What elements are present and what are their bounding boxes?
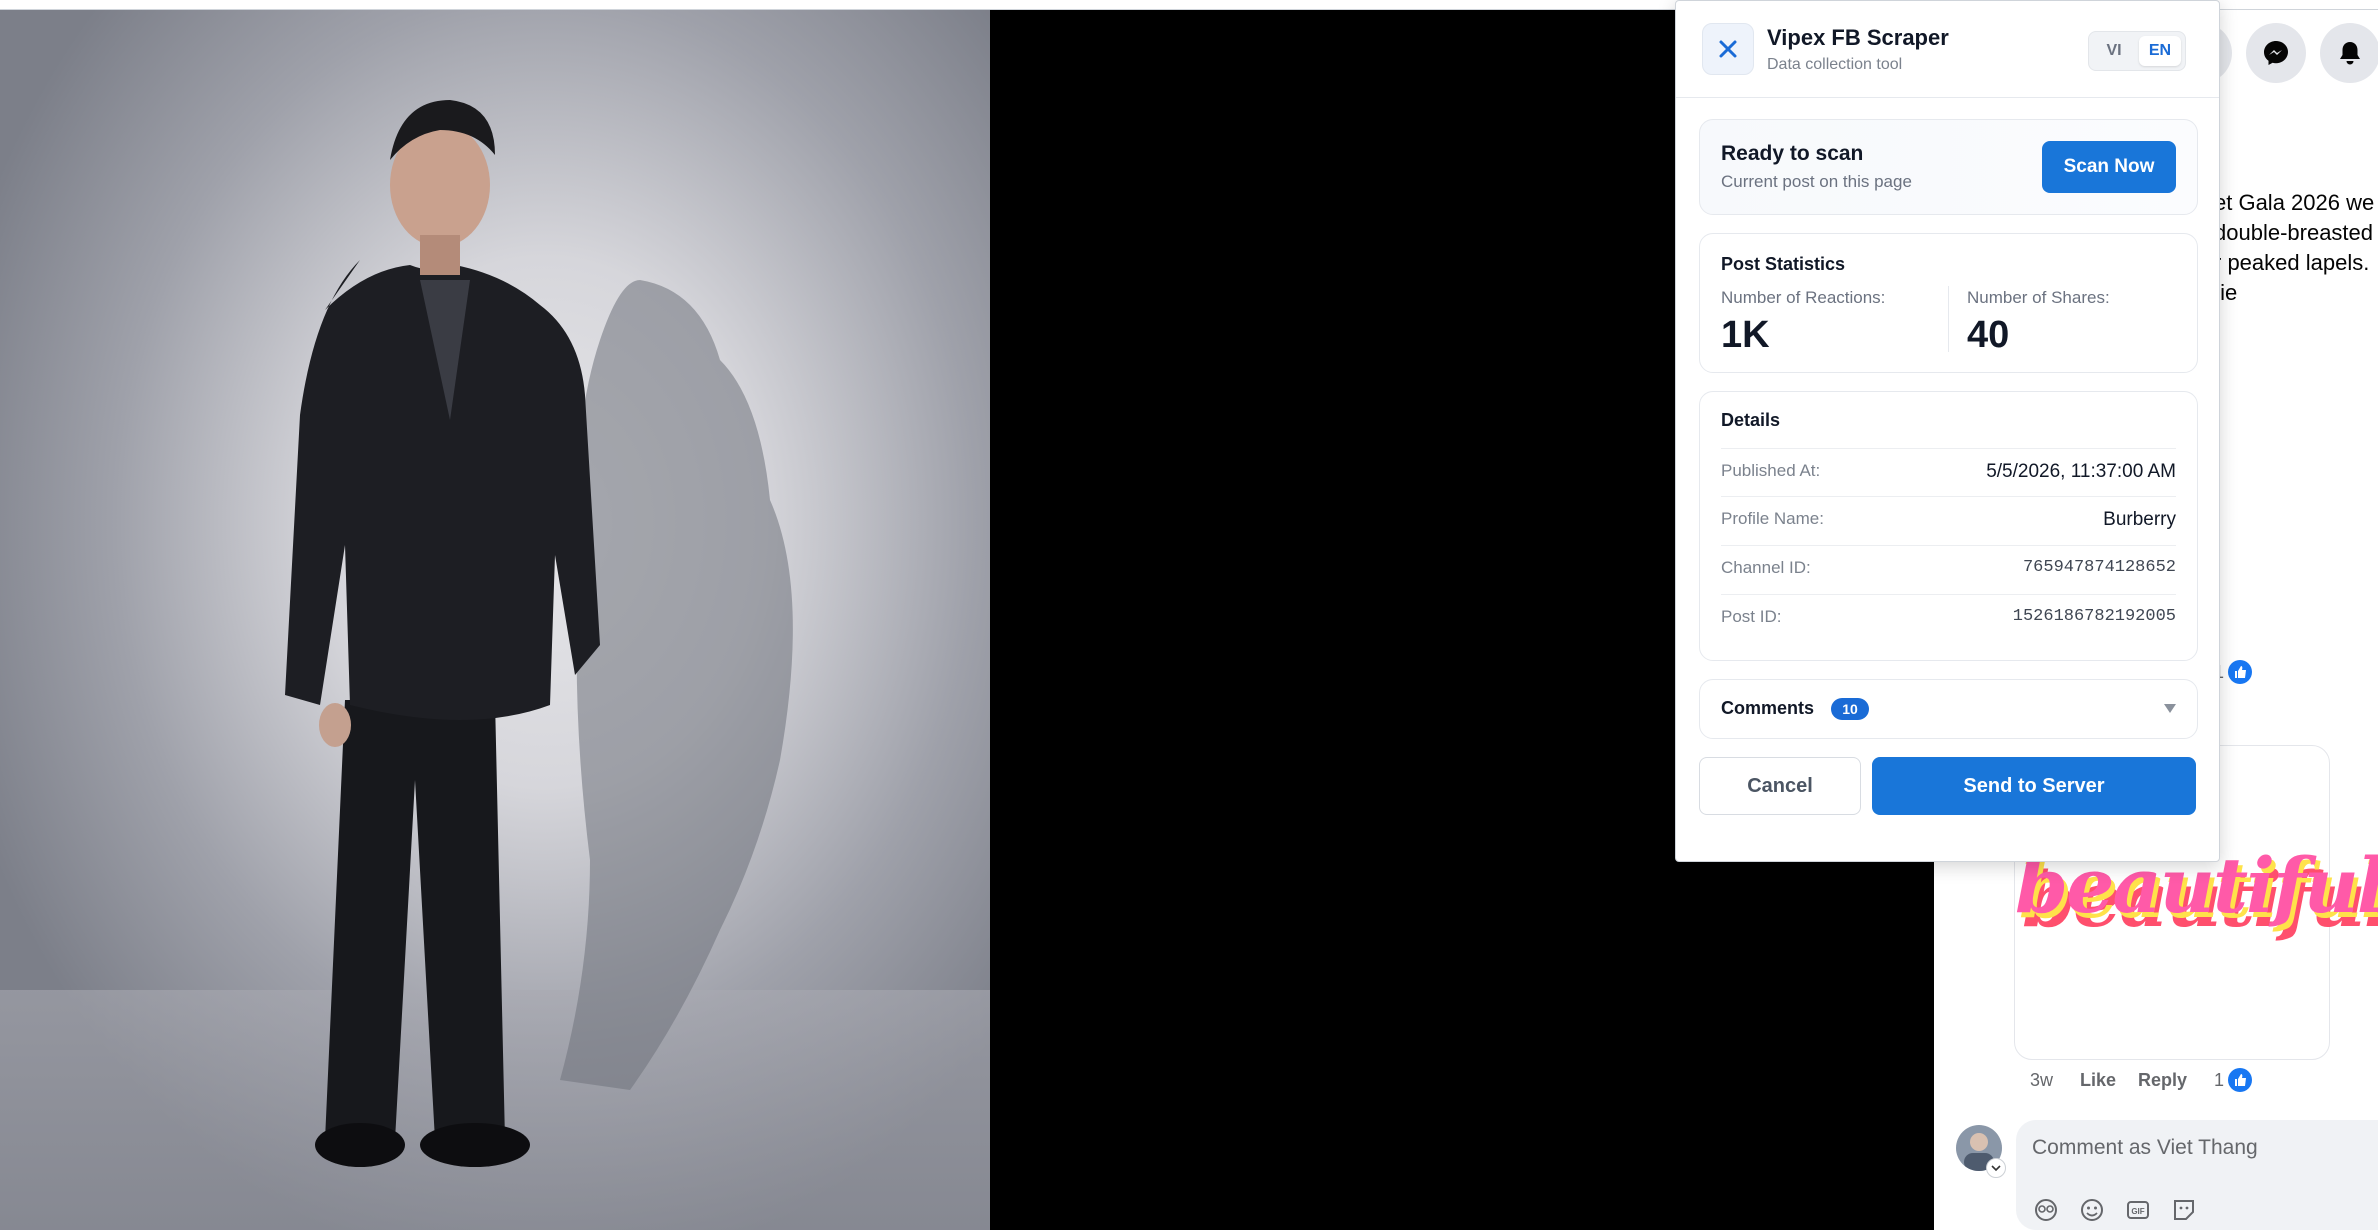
- messenger-button[interactable]: [2246, 23, 2306, 83]
- popup-subtitle: Data collection tool: [1767, 56, 1903, 73]
- gif-icon[interactable]: GIF: [2124, 1196, 2152, 1229]
- detail-value: 5/5/2026, 11:37:00 AM: [1986, 461, 2176, 482]
- scan-now-button[interactable]: Scan Now: [2042, 141, 2176, 193]
- detail-value: 765947874128652: [2022, 558, 2176, 577]
- emoji-icon[interactable]: [2078, 1196, 2106, 1229]
- comments-count-badge: 10: [1831, 698, 1869, 720]
- reply-button[interactable]: Reply: [2138, 1070, 2187, 1091]
- comment-composer[interactable]: Comment as Viet Thang GIF: [2016, 1120, 2378, 1230]
- language-toggle: VI EN: [2088, 31, 2186, 71]
- notifications-button[interactable]: [2320, 23, 2378, 83]
- details-title: Details: [1721, 410, 1781, 430]
- comments-accordion[interactable]: Comments 10: [1699, 679, 2198, 739]
- detail-value: Burberry: [2103, 509, 2176, 530]
- detail-row-published: Published At: 5/5/2026, 11:37:00 AM: [1721, 448, 2176, 497]
- messenger-icon: [2264, 41, 2288, 65]
- lang-en-button[interactable]: EN: [2139, 36, 2181, 66]
- scraper-popup: Vipex FB Scraper Data collection tool VI…: [1675, 0, 2220, 862]
- photo-image: [0, 10, 990, 1230]
- post-text-line: r peaked lapels.: [2214, 250, 2370, 275]
- like-icon: [2228, 660, 2253, 684]
- status-title: Ready to scan: [1721, 142, 1864, 165]
- shares-label: Number of Shares:: [1967, 288, 2110, 307]
- stats-divider: [1948, 286, 1949, 352]
- comment-time[interactable]: 3w: [2030, 1070, 2053, 1091]
- reactions-label: Number of Reactions:: [1721, 288, 1886, 307]
- send-to-server-button[interactable]: Send to Server: [1872, 757, 2196, 815]
- like-count: 1: [2214, 1069, 2225, 1090]
- details-card: Details Published At: 5/5/2026, 11:37:00…: [1699, 391, 2198, 661]
- avatar-sticker-icon[interactable]: [2032, 1196, 2060, 1229]
- bell-icon: [2340, 42, 2360, 65]
- scan-status-card: Ready to scan Current post on this page …: [1699, 119, 2198, 215]
- svg-text:GIF: GIF: [2131, 1207, 2144, 1216]
- detail-label: Post ID:: [1721, 607, 1782, 626]
- post-statistics-card: Post Statistics Number of Reactions: 1K …: [1699, 233, 2198, 373]
- like-button[interactable]: Like: [2080, 1070, 2116, 1091]
- comment-input[interactable]: Comment as Viet Thang: [2032, 1136, 2258, 1160]
- shares-value: 40: [1967, 314, 2010, 356]
- comment-reactions[interactable]: 1: [2214, 1068, 2253, 1092]
- detail-row-profile: Profile Name: Burberry: [1721, 496, 2176, 545]
- detail-label: Published At:: [1721, 461, 1821, 480]
- detail-label: Channel ID:: [1721, 558, 1811, 577]
- detail-row-post-id: Post ID: 1526186782192005: [1721, 594, 2176, 643]
- popup-header: Vipex FB Scraper Data collection tool VI…: [1676, 1, 2219, 98]
- sticker-icon[interactable]: [2170, 1196, 2198, 1229]
- lang-vi-button[interactable]: VI: [2093, 36, 2135, 66]
- detail-value: 1526186782192005: [2012, 607, 2176, 626]
- post-text-line: et Gala 2026 we: [2214, 190, 2375, 215]
- detail-label: Profile Name:: [1721, 509, 1824, 528]
- detail-row-channel-id: Channel ID: 765947874128652: [1721, 545, 2176, 594]
- comments-label: Comments: [1721, 698, 1815, 718]
- status-subtitle: Current post on this page: [1721, 172, 1912, 191]
- reactions-value: 1K: [1721, 314, 1770, 356]
- like-icon: [2228, 1068, 2253, 1092]
- post-text-line: double-breasted: [2214, 220, 2374, 245]
- popup-title: Vipex FB Scraper: [1767, 25, 1949, 50]
- x-logo-icon: [1702, 23, 1754, 75]
- post-photo[interactable]: [0, 10, 990, 1230]
- chevron-down-icon[interactable]: [1986, 1158, 2006, 1178]
- cancel-button[interactable]: Cancel: [1699, 757, 1861, 815]
- chevron-down-icon[interactable]: [2163, 701, 2177, 719]
- stats-title: Post Statistics: [1721, 254, 1846, 274]
